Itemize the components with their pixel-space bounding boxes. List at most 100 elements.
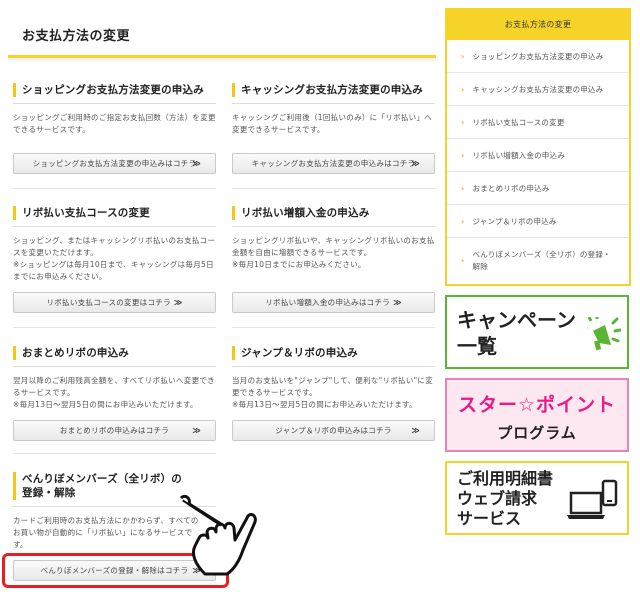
chevron-right-icon: › — [461, 150, 465, 160]
banner-subtitle: プログラム — [497, 424, 577, 442]
button-label: リボ払い支払コースの変更はコチラ — [46, 298, 171, 307]
banner-line: ご利用明細書 — [457, 469, 554, 488]
double-chevron-icon: ≫ — [192, 159, 201, 168]
sidebar-heading: お支払方法の変更 — [447, 10, 629, 40]
sidebar-item-cashing-change[interactable]: › キャッシングお支払方法変更の申込み — [447, 73, 629, 106]
chevron-right-icon: › — [461, 84, 465, 94]
section-shopping-change: ショッピングお支払方法変更の申込み ショッピングご利用時のご指定お支払回数（方法… — [13, 83, 216, 136]
sidebar-item-omatome-revo[interactable]: › おまとめリボの申込み — [447, 172, 629, 205]
section-title: ショッピングお支払方法変更の申込み — [13, 83, 216, 97]
description-note: ※毎月13日～翌月5日の間にお申込みいただけます。 — [13, 400, 198, 409]
banner-line: サービス — [457, 509, 522, 528]
banner-title: キャンペーン 一覧 — [457, 307, 576, 359]
section-description: ショッピングリボ払いや、キャッシングリボ払いのお支払金額を自由に増額できるサービ… — [232, 235, 435, 271]
divider — [13, 188, 216, 189]
chevron-right-icon: › — [461, 117, 465, 127]
section-revolving-course: リボ払い支払コースの変更 ショッピング、またはキャッシングリボ払いのお支払コース… — [13, 206, 216, 283]
laptop-phone-icon — [567, 479, 618, 519]
shopping-change-button[interactable]: ショッピングお支払方法変更の申込みはコチラ ≫ — [13, 153, 216, 174]
chevron-right-icon: › — [461, 51, 465, 61]
button-label: おまとめリボの申込みはコチラ — [59, 426, 170, 435]
divider — [232, 327, 435, 328]
section-description: 翌月以降のご利用残高全額を、すべてリボ払いへ変更できるサービスです。 ※毎月13… — [13, 375, 216, 411]
sidebar-item-jump-revo[interactable]: › ジャンプ＆リボの申込み — [447, 205, 629, 238]
banner-line: ウェブ請求 — [457, 489, 538, 508]
button-label: リボ払い増額入金の申込みはコチラ — [265, 298, 391, 307]
divider — [13, 453, 216, 454]
button-label: ジャンプ＆リボの申込みはコチラ — [275, 426, 392, 435]
section-cashing-change: キャッシングお支払方法変更の申込み キャッシングご利用後（1回払いのみ）に「リボ… — [232, 83, 435, 136]
divider — [232, 188, 435, 189]
section-title: キャッシングお支払方法変更の申込み — [232, 83, 435, 97]
description-text: ショッピング、またはキャッシングリボ払いのお支払コースを変更いただけます。 — [13, 236, 216, 257]
section-description: ショッピング、またはキャッシングリボ払いのお支払コースを変更いただけます。 ※シ… — [13, 235, 216, 283]
banner-line: 一覧 — [457, 334, 497, 358]
sidebar-item-label: おまとめリボの申込み — [472, 183, 550, 193]
description-text: 翌月以降のご利用残高全額を、すべてリボ払いへ変更できるサービスです。 — [13, 376, 215, 397]
section-description: ショッピングご利用時のご指定お支払回数（方法）を変更できるサービスです。 — [13, 112, 216, 136]
sidebar-item-label: リボ払い支払コースの変更 — [472, 117, 565, 127]
description-note: ※毎月13日～翌月5日の間にお申込みいただけます。 — [232, 400, 417, 409]
section-title-line: べんりぼメンバーズ（全リボ）の — [22, 473, 182, 485]
web-statement-banner[interactable]: ご利用明細書 ウェブ請求 サービス — [445, 461, 629, 535]
star-point-program-banner[interactable]: スター☆ポイント プログラム — [445, 378, 629, 452]
section-description: 当月のお支払いを"ジャンプ"して、便利な"リボ払い"に変更できるサービスです。 … — [232, 375, 435, 411]
sidebar-item-shopping-change[interactable]: › ショッピングお支払方法変更の申込み — [447, 40, 629, 73]
chevron-right-icon: › — [461, 256, 465, 265]
section-rule — [232, 366, 435, 367]
description-text: カードご利用時のお支払方法にかかわらず、すべてのお買い物が自動的に「リボ払い」に… — [13, 516, 199, 549]
sidebar-item-label: べんりぼメンバーズ（全リボ）の登録・解除 — [472, 250, 611, 271]
section-revolving-increase: リボ払い増額入金の申込み ショッピングリボ払いや、キャッシングリボ払いのお支払金… — [232, 206, 435, 271]
section-title: リボ払い増額入金の申込み — [232, 206, 435, 220]
sidebar-item-benribo-members[interactable]: › べんりぼメンバーズ（全リボ）の登録・解除 — [447, 238, 629, 284]
cashing-change-button[interactable]: キャッシングお支払方法変更の申込みはコチラ ≫ — [232, 153, 435, 174]
section-title: ジャンプ＆リボの申込み — [232, 346, 435, 360]
banner-title: スター☆ポイント — [457, 394, 617, 416]
double-chevron-icon: ≫ — [411, 159, 420, 168]
section-description: カードご利用時のお支払方法にかかわらず、すべてのお買い物が自動的に「リボ払い」に… — [13, 515, 203, 551]
section-omatome-revo: おまとめリボの申込み 翌月以降のご利用残高全額を、すべてリボ払いへ変更できるサー… — [13, 346, 216, 411]
section-rule — [232, 226, 435, 227]
chevron-right-icon: › — [461, 216, 465, 226]
description-text: ショッピングご利用時のご指定お支払回数（方法）を変更できるサービスです。 — [13, 113, 216, 134]
description-text: キャッシングご利用後（1回払いのみ）に「リボ払い」へ変更できるサービスです。 — [232, 113, 433, 134]
campaign-list-banner[interactable]: キャンペーン 一覧 — [445, 295, 629, 369]
sidebar: お支払方法の変更 › ショッピングお支払方法変更の申込み › キャッシングお支払… — [445, 8, 631, 535]
sidebar-item-label: キャッシングお支払方法変更の申込み — [472, 84, 604, 94]
description-note: ※毎月10日までにお申込みください。 — [232, 260, 366, 269]
section-rule — [13, 226, 216, 227]
section-jump-revo: ジャンプ＆リボの申込み 当月のお支払いを"ジャンプ"して、便利な"リボ払い"に変… — [232, 346, 435, 411]
description-note: ※ショッピングは毎月10日まで、キャッシングは毎月5日までにお申込みください。 — [13, 260, 214, 281]
hand-pointer-icon — [179, 494, 257, 576]
section-rule — [13, 366, 216, 367]
sidebar-item-label: ショッピングお支払方法変更の申込み — [472, 51, 604, 61]
section-title: おまとめリボの申込み — [13, 346, 216, 360]
double-chevron-icon: ≫ — [411, 426, 420, 435]
megaphone-icon — [587, 317, 621, 351]
description-text: ショッピングリボ払いや、キャッシングリボ払いのお支払金額を自由に増額できるサービ… — [232, 236, 435, 257]
banner-title: ご利用明細書 ウェブ請求 サービス — [457, 469, 553, 529]
double-chevron-icon: ≫ — [393, 298, 402, 307]
revolving-increase-button[interactable]: リボ払い増額入金の申込みはコチラ ≫ — [232, 292, 435, 313]
sidebar-item-label: ジャンプ＆リボの申込み — [472, 216, 557, 226]
main-content: お支払方法の変更 — [8, 8, 436, 63]
chevron-right-icon: › — [461, 183, 465, 193]
jump-revo-button[interactable]: ジャンプ＆リボの申込みはコチラ ≫ — [232, 420, 435, 441]
double-chevron-icon: ≫ — [192, 426, 201, 435]
banner-line: キャンペーン — [457, 308, 576, 332]
page-header: お支払方法の変更 — [8, 8, 436, 63]
description-text: 当月のお支払いを"ジャンプ"して、便利な"リボ払い"に変更できるサービスです。 — [232, 376, 433, 397]
sidebar-menu: お支払方法の変更 › ショッピングお支払方法変更の申込み › キャッシングお支払… — [445, 8, 631, 286]
section-rule — [232, 103, 435, 104]
section-rule — [13, 103, 216, 104]
revolving-course-button[interactable]: リボ払い支払コースの変更はコチラ ≫ — [13, 292, 216, 313]
page-title: お支払方法の変更 — [22, 29, 131, 44]
button-label: キャッシングお支払方法変更の申込みはコチラ — [251, 159, 416, 168]
header-shadow — [8, 58, 436, 63]
omatome-revo-button[interactable]: おまとめリボの申込みはコチラ ≫ — [13, 420, 216, 441]
button-label: ショッピングお支払方法変更の申込みはコチラ — [32, 159, 197, 168]
sidebar-item-revolving-increase[interactable]: › リボ払い増額入金の申込み — [447, 139, 629, 172]
sidebar-item-label: リボ払い増額入金の申込み — [472, 150, 565, 160]
sidebar-item-revolving-course[interactable]: › リボ払い支払コースの変更 — [447, 106, 629, 139]
section-description: キャッシングご利用後（1回払いのみ）に「リボ払い」へ変更できるサービスです。 — [232, 112, 435, 136]
